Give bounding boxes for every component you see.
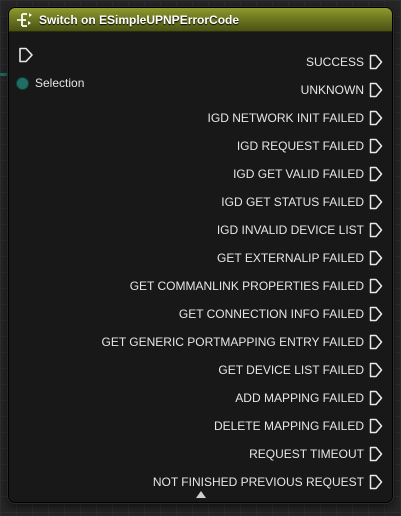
output-pin-label: GET EXTERNALIP FAILED — [217, 251, 364, 265]
exec-input-pin[interactable] — [18, 47, 34, 63]
output-pin-row[interactable]: ADD MAPPING FAILED — [101, 384, 383, 412]
output-pin-row[interactable]: IGD NETWORK INIT FAILED — [101, 104, 383, 132]
exec-output-pin[interactable] — [369, 138, 383, 154]
output-pins: SUCCESS UNKNOWN IGD NETWORK INIT FAILED IGD… — [101, 48, 383, 496]
output-pin-label: GET COMMANLINK PROPERTIES FAILED — [129, 279, 364, 293]
output-pin-label: NOT FINISHED PREVIOUS REQUEST — [152, 475, 364, 489]
output-pin-row[interactable]: IGD INVALID DEVICE LIST — [101, 216, 383, 244]
switch-enum-icon — [15, 11, 35, 29]
output-pin-row[interactable]: IGD GET VALID FAILED — [101, 160, 383, 188]
output-pin-row[interactable]: UNKNOWN — [101, 76, 383, 104]
output-pin-row[interactable]: GET GENERIC PORTMAPPING ENTRY FAILED — [101, 328, 383, 356]
output-pin-row[interactable]: NOT FINISHED PREVIOUS REQUEST — [101, 468, 383, 496]
exec-output-pin[interactable] — [369, 82, 383, 98]
exec-output-pin[interactable] — [369, 278, 383, 294]
exec-output-pin[interactable] — [369, 362, 383, 378]
expand-arrow-icon[interactable] — [195, 489, 207, 499]
selection-pin[interactable]: Selection — [17, 76, 84, 90]
selection-label: Selection — [35, 76, 85, 90]
output-pin-label: GET GENERIC PORTMAPPING ENTRY FAILED — [101, 335, 364, 349]
exec-output-pin[interactable] — [369, 250, 383, 266]
output-pin-row[interactable]: SUCCESS — [101, 48, 383, 76]
exec-output-pin[interactable] — [369, 222, 383, 238]
output-pin-row[interactable]: GET EXTERNALIP FAILED — [101, 244, 383, 272]
output-pin-label: UNKNOWN — [300, 83, 364, 97]
output-pin-row[interactable]: GET DEVICE LIST FAILED — [101, 356, 383, 384]
output-pin-label: IGD INVALID DEVICE LIST — [216, 223, 364, 237]
exec-output-pin[interactable] — [369, 390, 383, 406]
output-pin-label: IGD GET STATUS FAILED — [221, 195, 364, 209]
output-pin-row[interactable]: DELETE MAPPING FAILED — [101, 412, 383, 440]
output-pin-row[interactable]: IGD REQUEST FAILED — [101, 132, 383, 160]
output-pin-label: SUCCESS — [305, 55, 364, 69]
output-pin-label: IGD REQUEST FAILED — [236, 139, 364, 153]
output-pin-row[interactable]: GET CONNECTION INFO FAILED — [101, 300, 383, 328]
output-pin-label: REQUEST TIMEOUT — [249, 447, 364, 461]
selection-pin-dot[interactable] — [17, 77, 28, 89]
node-title: Switch on ESimpleUPNPErrorCode — [39, 12, 240, 27]
output-pin-row[interactable]: REQUEST TIMEOUT — [101, 440, 383, 468]
exec-output-pin[interactable] — [369, 446, 383, 462]
exec-output-pin[interactable] — [369, 306, 383, 322]
output-pin-row[interactable]: GET COMMANLINK PROPERTIES FAILED — [101, 272, 383, 300]
output-pin-label: GET CONNECTION INFO FAILED — [178, 307, 364, 321]
output-pin-row[interactable]: IGD GET STATUS FAILED — [101, 188, 383, 216]
exec-output-pin[interactable] — [369, 418, 383, 434]
exec-output-pin[interactable] — [369, 334, 383, 350]
exec-output-pin[interactable] — [369, 474, 383, 490]
exec-output-pin[interactable] — [369, 166, 383, 182]
exec-output-pin[interactable] — [369, 54, 383, 70]
output-pin-label: IGD GET VALID FAILED — [233, 167, 364, 181]
node-body: Selection SUCCESS UNKNOWN IGD NETWORK INIT… — [9, 32, 392, 502]
output-pin-label: GET DEVICE LIST FAILED — [218, 363, 364, 377]
output-pin-label: DELETE MAPPING FAILED — [213, 419, 364, 433]
output-pin-label: IGD NETWORK INIT FAILED — [207, 111, 364, 125]
exec-output-pin[interactable] — [369, 110, 383, 126]
output-pin-label: ADD MAPPING FAILED — [235, 391, 364, 405]
switch-node[interactable]: Switch on ESimpleUPNPErrorCode Selection… — [8, 7, 393, 503]
exec-output-pin[interactable] — [369, 194, 383, 210]
node-header[interactable]: Switch on ESimpleUPNPErrorCode — [9, 8, 392, 32]
